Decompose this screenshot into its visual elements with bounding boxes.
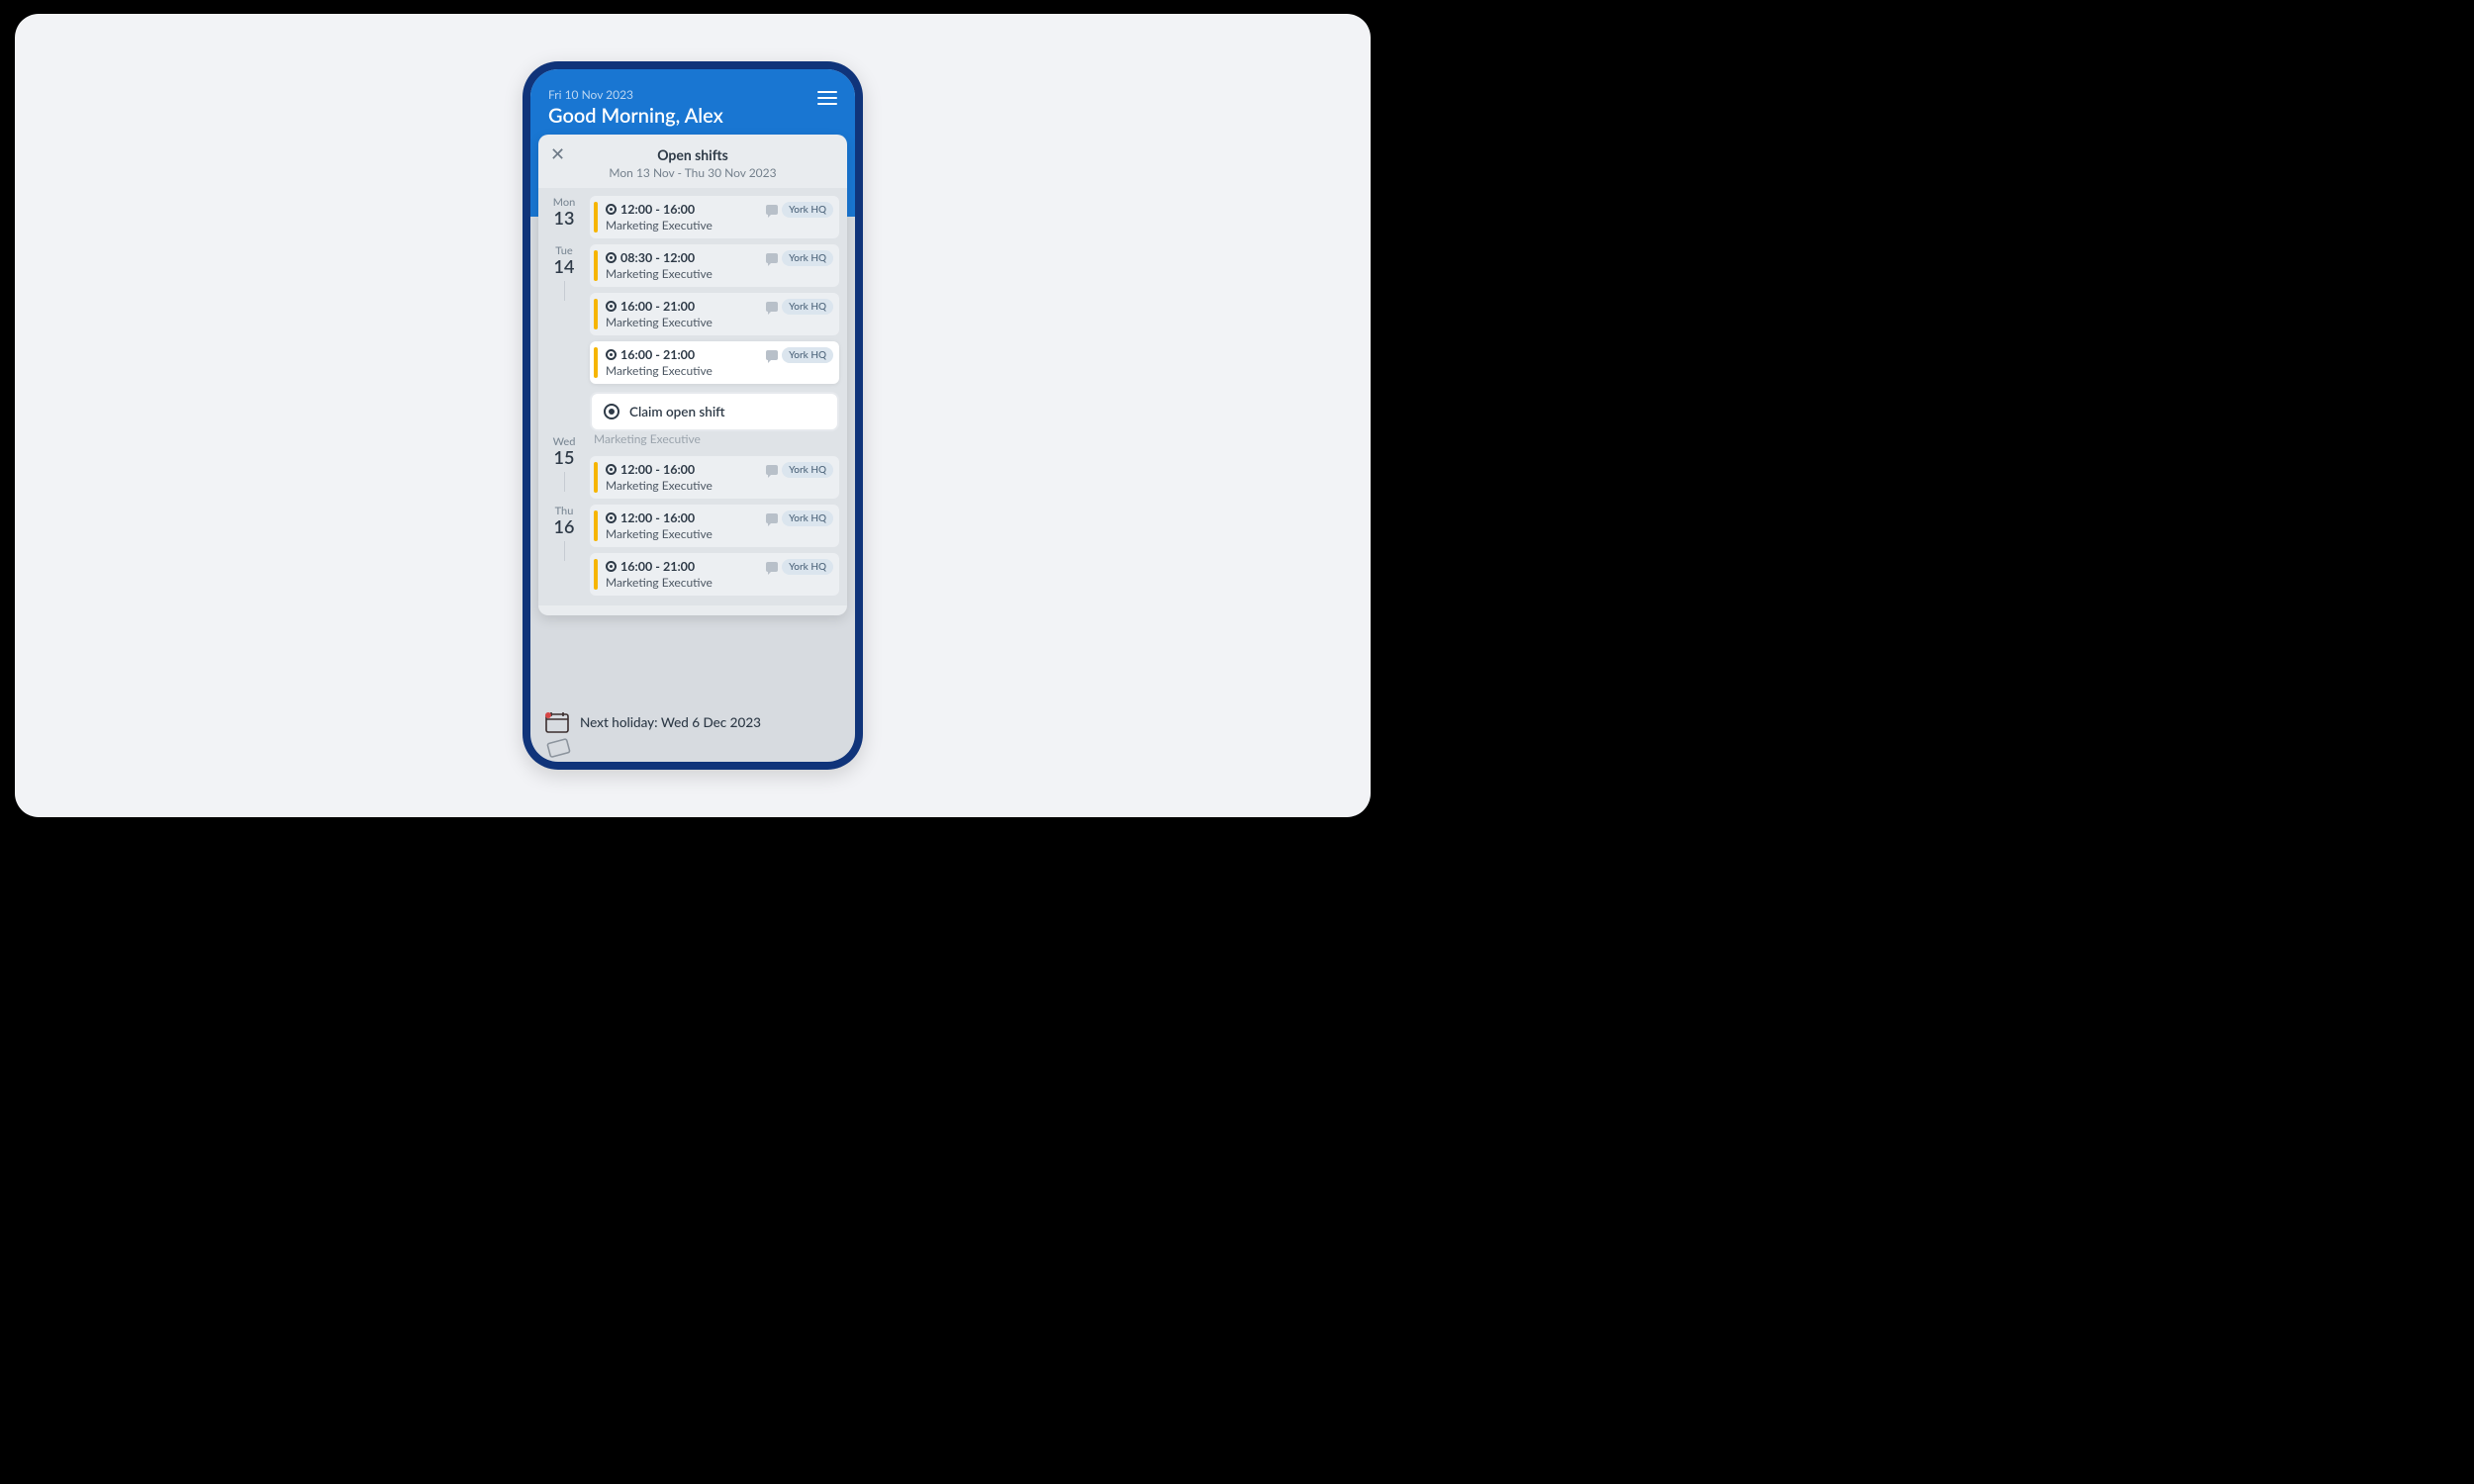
shift-time: 12:00 - 16:00 bbox=[620, 510, 695, 525]
panel-title: Open shifts bbox=[548, 146, 837, 163]
shift-role: Marketing Executive bbox=[606, 575, 831, 590]
screen: Fri 10 Nov 2023 Good Morning, Alex ✕ Ope… bbox=[530, 69, 855, 762]
location-pill: York HQ bbox=[782, 559, 833, 575]
location-pill: York HQ bbox=[782, 299, 833, 315]
shift-time: 16:00 - 21:00 bbox=[620, 559, 695, 574]
next-holiday-text: Next holiday: Wed 6 Dec 2023 bbox=[580, 714, 761, 730]
location-badge: York HQ bbox=[766, 462, 833, 478]
shift-time: 16:00 - 21:00 bbox=[620, 299, 695, 314]
location-badge: York HQ bbox=[766, 299, 833, 315]
shift-card[interactable]: 08:30 - 12:00 Marketing Executive York H… bbox=[590, 244, 839, 287]
comment-icon bbox=[766, 302, 778, 312]
phone-frame: Fri 10 Nov 2023 Good Morning, Alex ✕ Ope… bbox=[523, 61, 863, 770]
location-pill: York HQ bbox=[782, 462, 833, 478]
panel-subtitle: Mon 13 Nov - Thu 30 Nov 2023 bbox=[548, 165, 837, 180]
shift-accent bbox=[594, 462, 598, 493]
open-shift-icon bbox=[606, 252, 617, 263]
location-badge: York HQ bbox=[766, 347, 833, 363]
open-shifts-panel: ✕ Open shifts Mon 13 Nov - Thu 30 Nov 20… bbox=[538, 135, 847, 615]
open-shift-icon bbox=[606, 464, 617, 475]
shift-card[interactable]: 16:00 - 21:00 Marketing Executive York H… bbox=[590, 293, 839, 335]
shift-role: Marketing Executive bbox=[606, 478, 831, 493]
comment-icon bbox=[766, 513, 778, 523]
location-pill: York HQ bbox=[782, 347, 833, 363]
day-label: Mon 13 bbox=[546, 196, 582, 238]
calendar-icon bbox=[544, 710, 570, 734]
shift-card[interactable]: 12:00 - 16:00 Marketing Executive York H… bbox=[590, 196, 839, 238]
next-holiday-row[interactable]: Next holiday: Wed 6 Dec 2023 bbox=[544, 710, 841, 734]
location-badge: York HQ bbox=[766, 559, 833, 575]
open-shift-icon bbox=[606, 349, 617, 360]
open-shift-icon bbox=[606, 204, 617, 215]
open-shift-icon bbox=[606, 512, 617, 523]
shift-accent bbox=[594, 510, 598, 541]
open-shift-icon bbox=[606, 561, 617, 572]
shift-time: 12:00 - 16:00 bbox=[620, 462, 695, 477]
shift-time: 08:30 - 12:00 bbox=[620, 250, 695, 265]
shift-role-peek: Marketing Executive bbox=[594, 431, 839, 446]
shift-card[interactable]: 12:00 - 16:00 Marketing Executive York H… bbox=[590, 505, 839, 547]
shift-accent bbox=[594, 202, 598, 232]
close-icon[interactable]: ✕ bbox=[550, 144, 565, 162]
app-canvas: Fri 10 Nov 2023 Good Morning, Alex ✕ Ope… bbox=[15, 14, 1371, 817]
day-row: Tue 14 08:30 - 12:00 Marketing Executive bbox=[546, 244, 839, 435]
location-badge: York HQ bbox=[766, 202, 833, 218]
location-pill: York HQ bbox=[782, 250, 833, 266]
shift-time: 12:00 - 16:00 bbox=[620, 202, 695, 217]
claim-icon bbox=[604, 404, 619, 419]
shift-role: Marketing Executive bbox=[606, 315, 831, 329]
location-badge: York HQ bbox=[766, 250, 833, 266]
day-label: Wed 15 bbox=[546, 435, 582, 499]
menu-icon[interactable] bbox=[817, 91, 837, 105]
shift-role: Marketing Executive bbox=[606, 218, 831, 232]
shift-card-selected[interactable]: 16:00 - 21:00 Marketing Executive York H… bbox=[590, 341, 839, 384]
shift-accent bbox=[594, 250, 598, 281]
day-label: Thu 16 bbox=[546, 505, 582, 596]
shift-time: 16:00 - 21:00 bbox=[620, 347, 695, 362]
shift-card[interactable]: 16:00 - 21:00 Marketing Executive York H… bbox=[590, 553, 839, 596]
comment-icon bbox=[766, 562, 778, 572]
comment-icon bbox=[766, 205, 778, 215]
comment-icon bbox=[766, 350, 778, 360]
day-row: Thu 16 12:00 - 16:00 Marketing Executive bbox=[546, 505, 839, 596]
shift-accent bbox=[594, 299, 598, 329]
card-peek-icon bbox=[546, 737, 572, 762]
shift-card[interactable]: 12:00 - 16:00 Marketing Executive York H… bbox=[590, 456, 839, 499]
location-pill: York HQ bbox=[782, 510, 833, 526]
shift-role: Marketing Executive bbox=[606, 266, 831, 281]
comment-icon bbox=[766, 465, 778, 475]
location-pill: York HQ bbox=[782, 202, 833, 218]
header-date: Fri 10 Nov 2023 bbox=[548, 87, 837, 102]
shift-accent bbox=[594, 347, 598, 378]
day-label: Tue 14 bbox=[546, 244, 582, 435]
shift-accent bbox=[594, 559, 598, 590]
claim-open-shift-button[interactable]: Claim open shift bbox=[590, 392, 839, 431]
day-row: Wed 15 Marketing Executive 12:00 - 16:00… bbox=[546, 435, 839, 499]
location-badge: York HQ bbox=[766, 510, 833, 526]
claim-label: Claim open shift bbox=[629, 404, 725, 419]
panel-header: ✕ Open shifts Mon 13 Nov - Thu 30 Nov 20… bbox=[538, 135, 847, 188]
header-greeting: Good Morning, Alex bbox=[548, 104, 837, 128]
open-shift-icon bbox=[606, 301, 617, 312]
shift-role: Marketing Executive bbox=[606, 363, 831, 378]
comment-icon bbox=[766, 253, 778, 263]
day-row: Mon 13 12:00 - 16:00 Marketing Executive bbox=[546, 196, 839, 238]
shift-role: Marketing Executive bbox=[606, 526, 831, 541]
shift-list[interactable]: Mon 13 12:00 - 16:00 Marketing Executive bbox=[538, 188, 847, 605]
